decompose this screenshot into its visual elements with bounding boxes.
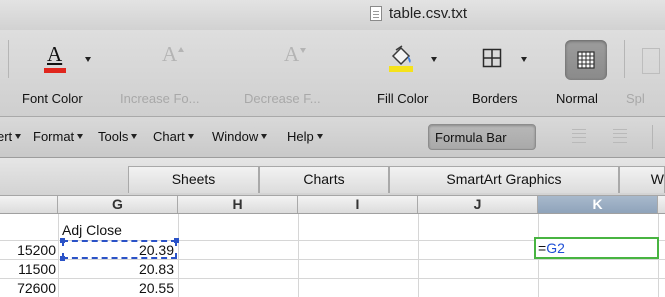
borders-label: Borders (472, 91, 518, 106)
chevron-down-icon (316, 134, 323, 139)
chevron-down-icon (521, 57, 527, 62)
cell-g4[interactable]: 20.55 (59, 279, 178, 297)
column-header-k[interactable]: K (538, 196, 658, 213)
menu-format[interactable]: Format (33, 129, 84, 144)
cell-k2-editor[interactable]: =G2 (534, 237, 659, 259)
grid-line (298, 214, 299, 297)
font-color-icon: A (40, 42, 91, 76)
tab-smartart-graphics[interactable]: SmartArt Graphics (389, 166, 619, 193)
increase-font-size-button[interactable]: A Increase Fo... (120, 30, 240, 116)
title-bar: table.csv.txt (0, 0, 665, 30)
grid-line (418, 214, 419, 297)
ribbon-toolbar: A Font Color A Increase Fo... A Decrease… (0, 30, 665, 117)
increase-font-icon: A (162, 42, 192, 76)
decrease-font-label: Decrease F... (244, 91, 321, 106)
document-icon (370, 6, 382, 21)
referenced-cell-marquee (60, 238, 179, 261)
normal-view-icon (565, 40, 607, 80)
font-color-label: Font Color (22, 91, 83, 106)
chevron-down-icon (187, 134, 194, 139)
grid-line (178, 214, 179, 297)
cell-f2[interactable]: 15200 (0, 241, 58, 259)
borders-grid-icon (482, 44, 528, 76)
chevron-down-icon (77, 134, 84, 139)
menu-bar: ert Format Tools Chart Window Help Formu… (0, 117, 665, 158)
increase-font-label: Increase Fo... (120, 91, 200, 106)
fill-color-button[interactable]: Fill Color (373, 30, 461, 116)
spreadsheet-grid: G H I J K Adj Close 15200 20.39 11500 20… (0, 196, 665, 297)
chevron-down-icon (131, 134, 138, 139)
split-label: Spl (626, 91, 645, 106)
formula-bar-toggle[interactable]: Formula Bar (428, 124, 536, 150)
chevron-down-icon (15, 134, 22, 139)
font-color-button[interactable]: A Font Color (20, 30, 118, 116)
decrease-font-size-button[interactable]: A Decrease F... (244, 30, 366, 116)
normal-view-label: Normal (556, 91, 598, 106)
menu-help[interactable]: Help (287, 129, 323, 144)
column-header-g[interactable]: G (58, 196, 178, 213)
split-icon (642, 48, 660, 74)
paint-bucket-icon (387, 44, 439, 76)
cell-f4[interactable]: 72600 (0, 279, 58, 297)
borders-button[interactable]: Borders (468, 30, 546, 116)
align-left-icon[interactable] (572, 129, 586, 143)
menu-window[interactable]: Window (212, 129, 268, 144)
ribbon-divider (8, 40, 9, 78)
ribbon-tab-bar: Sheets Charts SmartArt Graphics W (0, 158, 665, 196)
column-header-l[interactable] (658, 196, 665, 213)
fill-color-label: Fill Color (377, 91, 429, 106)
cell-f3[interactable]: 11500 (0, 260, 58, 278)
column-header-j[interactable]: J (418, 196, 538, 213)
menu-chart[interactable]: Chart (153, 129, 194, 144)
menu-divider (652, 125, 653, 149)
marquee-handle (60, 256, 65, 261)
chevron-down-icon (261, 134, 268, 139)
cell-g3[interactable]: 20.83 (59, 260, 178, 278)
column-header-row: G H I J K (0, 196, 665, 214)
cell-g1[interactable]: Adj Close (59, 221, 178, 239)
marquee-handle (174, 238, 179, 243)
decrease-font-icon: A (284, 42, 314, 76)
column-header-i[interactable]: I (298, 196, 418, 213)
split-button[interactable]: Spl (624, 30, 665, 116)
tab-charts[interactable]: Charts (259, 166, 389, 193)
align-center-icon[interactable] (613, 129, 627, 143)
window-title: table.csv.txt (389, 5, 468, 22)
formula-reference: G2 (546, 240, 565, 256)
column-header-f[interactable] (0, 196, 58, 213)
menu-insert[interactable]: ert (0, 129, 22, 144)
document-title: table.csv.txt (370, 5, 467, 22)
chevron-down-icon (431, 57, 437, 62)
chevron-down-icon (85, 57, 91, 62)
marquee-handle (60, 238, 65, 243)
tab-wordart[interactable]: W (619, 166, 665, 193)
column-header-h[interactable]: H (178, 196, 298, 213)
tab-sheets[interactable]: Sheets (128, 166, 259, 193)
normal-view-button[interactable]: Normal (552, 30, 620, 116)
menu-tools[interactable]: Tools (98, 129, 138, 144)
ribbon-divider (624, 40, 625, 78)
